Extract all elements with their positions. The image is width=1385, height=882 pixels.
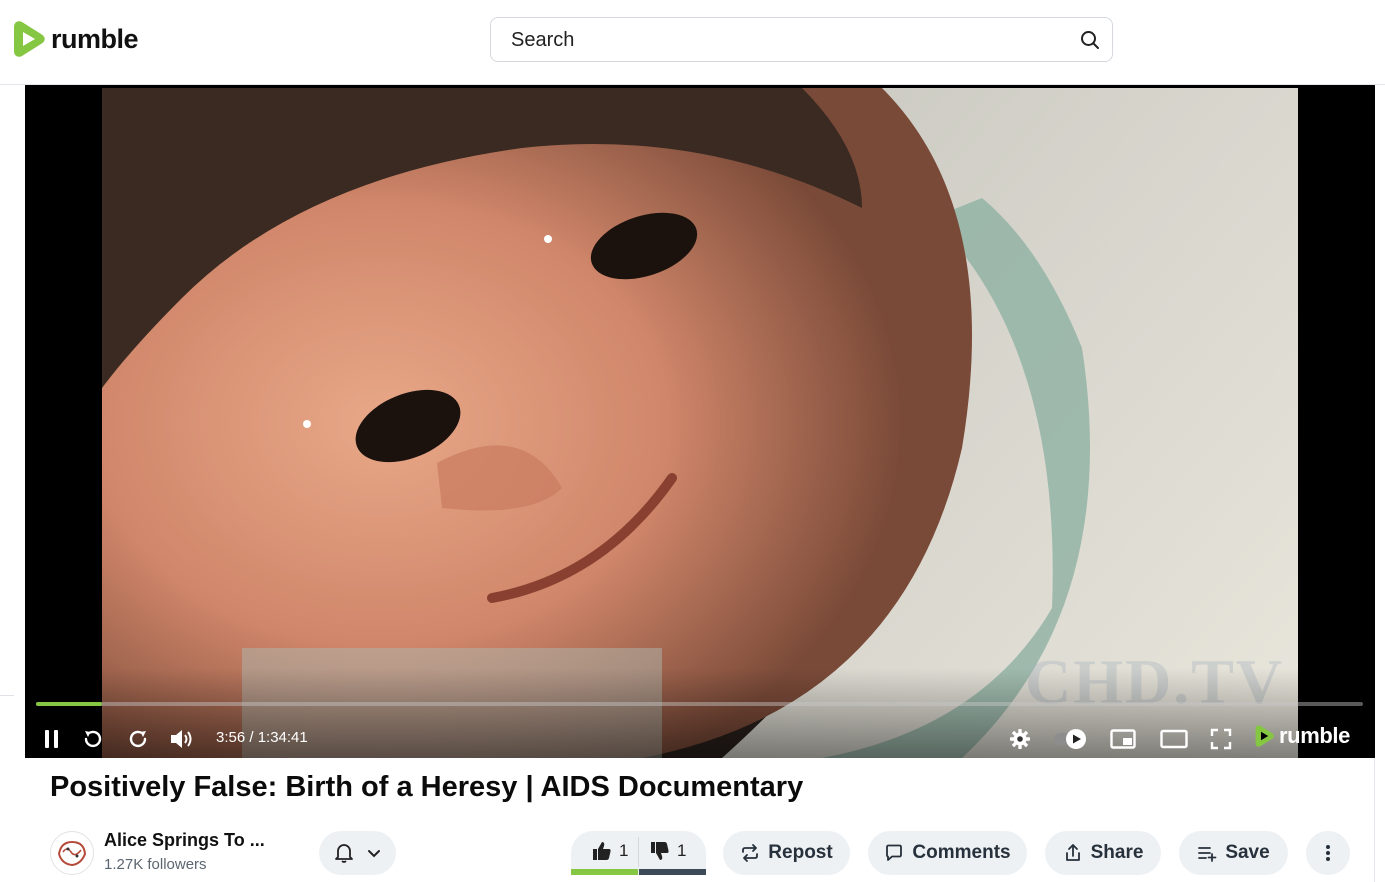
channel-followers: 1.27K followers (104, 856, 207, 873)
more-vertical-icon (1326, 845, 1330, 861)
search-box (490, 17, 1113, 62)
pause-button[interactable] (38, 725, 66, 753)
playlist-add-icon (1198, 847, 1217, 862)
logo-wordmark: rumble (51, 24, 139, 54)
thumbs-up-icon (593, 842, 611, 860)
repost-button[interactable]: Repost (723, 831, 850, 875)
like-ratio-bar (571, 869, 638, 875)
share-label: Share (1090, 842, 1144, 863)
share-icon (1065, 844, 1080, 861)
like-count: 1 (619, 841, 629, 860)
fullscreen-button[interactable] (1207, 725, 1235, 753)
channel-avatar[interactable] (50, 831, 94, 875)
rewind-button[interactable] (79, 725, 107, 753)
video-title: Positively False: Birth of a Heresy | AI… (50, 771, 804, 803)
miniplayer-icon (1110, 729, 1136, 749)
comments-label: Comments (912, 842, 1011, 863)
pause-icon (45, 730, 58, 748)
thumbs-down-icon (651, 842, 669, 860)
more-options-button[interactable] (1306, 831, 1350, 875)
autoplay-toggle[interactable] (1052, 725, 1090, 753)
rumble-play-logo-icon (14, 21, 45, 57)
notification-button[interactable] (319, 831, 396, 875)
rumble-logo[interactable]: rumble (8, 19, 139, 59)
autoplay-toggle-icon (1054, 729, 1086, 749)
rewind-icon (84, 730, 102, 748)
vote-group: 1 1 (571, 831, 706, 875)
theater-button[interactable] (1160, 725, 1188, 753)
volume-button[interactable] (168, 725, 196, 753)
save-button[interactable]: Save (1179, 831, 1288, 875)
top-header: rumble (0, 0, 1385, 85)
like-button[interactable]: 1 (591, 831, 628, 871)
channel-name[interactable]: Alice Springs To ... (104, 830, 265, 851)
theater-icon (1160, 729, 1188, 749)
rail-divider (0, 695, 14, 696)
forward-icon (129, 730, 147, 748)
repost-icon (742, 844, 759, 862)
gear-icon (1010, 729, 1030, 749)
miniplayer-button[interactable] (1109, 725, 1137, 753)
content-border (1374, 758, 1375, 882)
dislike-count: 1 (677, 841, 687, 860)
progress-bar[interactable] (36, 702, 1363, 706)
comment-icon (886, 844, 903, 861)
video-player[interactable]: CHD.TV 3:56 / 1:34:41 (25, 85, 1375, 758)
time-display: 3:56 / 1:34:41 (216, 729, 308, 746)
player-rumble-logo[interactable]: rumble (1252, 723, 1350, 749)
settings-button[interactable] (1006, 725, 1034, 753)
forward-button[interactable] (124, 725, 152, 753)
dislike-ratio-bar (639, 869, 706, 875)
comments-button[interactable]: Comments (868, 831, 1027, 875)
search-input[interactable] (511, 28, 1051, 52)
dislike-button[interactable]: 1 (649, 831, 686, 871)
repost-label: Repost (768, 842, 833, 863)
share-button[interactable]: Share (1045, 831, 1161, 875)
rumble-player-logo-icon (1255, 725, 1275, 747)
chevron-down-icon (367, 850, 380, 858)
save-label: Save (1225, 842, 1270, 863)
left-rail (0, 85, 24, 882)
progress-fill (36, 702, 103, 706)
player-brand-text: rumble (1279, 723, 1350, 748)
vote-divider (638, 837, 639, 867)
bell-icon (334, 844, 353, 863)
volume-icon (171, 730, 192, 748)
fullscreen-icon (1210, 728, 1232, 750)
channel-avatar-image (52, 833, 92, 873)
search-icon[interactable] (1078, 28, 1102, 52)
